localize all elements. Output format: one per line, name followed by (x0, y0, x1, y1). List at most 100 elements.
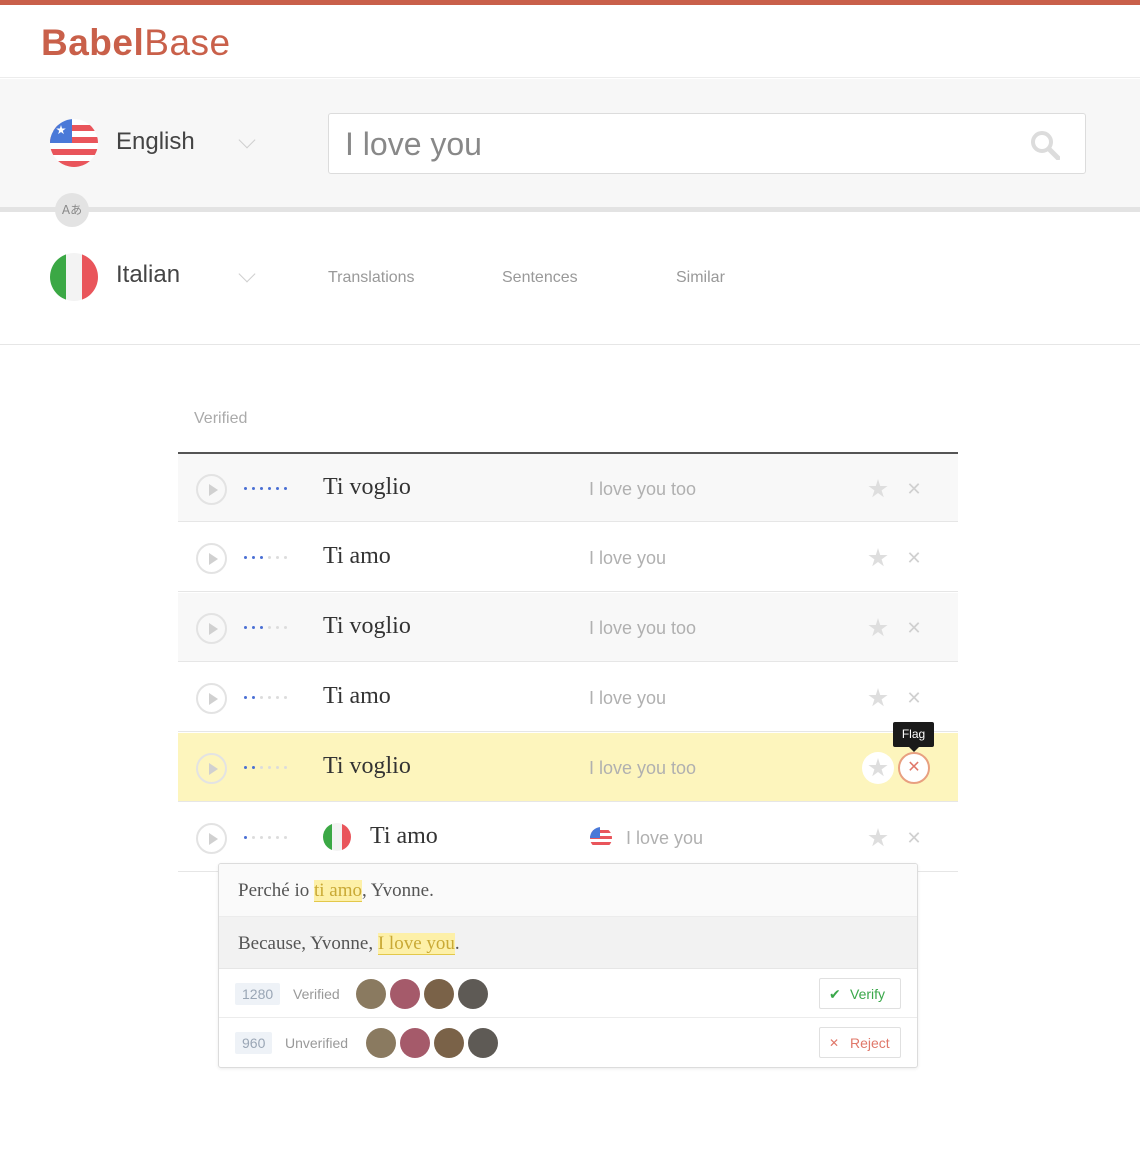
italy-flag-icon[interactable] (50, 253, 98, 301)
translation-phrase: Ti voglio (323, 753, 411, 779)
band-divider (0, 207, 1140, 212)
play-icon[interactable] (196, 823, 227, 854)
frequency-dot (276, 487, 279, 490)
swap-languages-icon[interactable]: Aあ (55, 193, 89, 227)
translation-gloss: I love you (589, 548, 667, 568)
play-icon[interactable] (196, 683, 227, 714)
tab-sentences[interactable]: Sentences (502, 269, 578, 287)
source-sentence: Perché io ti amo, Yvonne. (238, 880, 434, 902)
flag-x-icon[interactable]: ✕ (906, 618, 922, 638)
frequency-dot (244, 487, 247, 490)
frequency-dot (252, 626, 255, 629)
frequency-dot (252, 766, 255, 769)
avatar[interactable] (434, 1028, 464, 1058)
us-flag-icon[interactable] (50, 119, 98, 167)
play-icon[interactable] (196, 543, 227, 574)
frequency-dot (268, 836, 271, 839)
translation-gloss: I love you (626, 828, 704, 848)
frequency-dots (244, 556, 290, 560)
translation-phrase: Ti voglio (323, 613, 411, 639)
target-sentence-row: Because, Yvonne, I love you. (219, 917, 917, 969)
frequency-dot (260, 836, 263, 839)
result-row-expanded[interactable]: Ti amo I love you ✕ (178, 803, 958, 872)
flag-x-icon[interactable]: ✕ (906, 548, 922, 568)
chevron-down-icon[interactable] (238, 265, 256, 283)
avatar[interactable] (424, 979, 454, 1009)
translation-phrase: Ti amo (323, 543, 391, 569)
star-icon[interactable] (868, 828, 888, 848)
frequency-dot (268, 556, 271, 559)
frequency-dot (276, 626, 279, 629)
star-icon[interactable] (868, 479, 888, 499)
frequency-dot (244, 626, 247, 629)
frequency-dot (260, 696, 263, 699)
frequency-dot (268, 487, 271, 490)
verified-count: 1280 (235, 983, 281, 1005)
tabs-divider (0, 344, 1140, 345)
frequency-dot (260, 766, 263, 769)
avatar[interactable] (390, 979, 420, 1009)
frequency-dots (244, 836, 290, 840)
translation-phrase: Ti voglio (323, 474, 411, 500)
frequency-dot (284, 626, 287, 629)
play-icon[interactable] (196, 474, 227, 505)
source-language-label[interactable]: English (116, 128, 195, 156)
match-highlight: ti amo (313, 880, 363, 902)
star-icon[interactable] (868, 618, 888, 638)
avatar[interactable] (366, 1028, 396, 1058)
star-icon[interactable] (868, 688, 888, 708)
app-header: BabelBase (0, 5, 1140, 78)
result-row[interactable]: Ti amo I love you ✕ (178, 663, 958, 732)
play-icon[interactable] (196, 613, 227, 644)
frequency-dot (276, 556, 279, 559)
frequency-dots (244, 696, 290, 700)
unverified-row: 960 Unverified ✕ Reject (219, 1018, 917, 1067)
babelbase-logo[interactable]: BabelBase (41, 22, 231, 64)
flag-x-icon[interactable]: ✕ (906, 479, 922, 499)
frequency-dot (252, 556, 255, 559)
result-row-highlighted[interactable]: Ti voglio I love you too ✕ (178, 733, 958, 802)
frequency-dot (252, 836, 255, 839)
star-icon[interactable] (868, 548, 888, 568)
search-icon[interactable] (1030, 130, 1060, 160)
frequency-dot (260, 556, 263, 559)
avatar[interactable] (400, 1028, 430, 1058)
target-language-label[interactable]: Italian (116, 261, 180, 289)
frequency-dot (276, 766, 279, 769)
play-icon[interactable] (196, 753, 227, 784)
unverified-label: Unverified (285, 1035, 349, 1051)
italy-flag-icon (323, 823, 351, 851)
frequency-dot (284, 766, 287, 769)
us-flag-icon (590, 827, 612, 849)
frequency-dot (284, 556, 287, 559)
unverified-count: 960 (235, 1032, 273, 1054)
frequency-dot (284, 487, 287, 490)
avatar[interactable] (356, 979, 386, 1009)
star-icon[interactable] (862, 752, 894, 784)
frequency-dot (252, 696, 255, 699)
translation-phrase: Ti amo (370, 823, 438, 849)
flag-x-icon[interactable]: ✕ (898, 752, 930, 784)
avatar[interactable] (468, 1028, 498, 1058)
frequency-dot (244, 766, 247, 769)
result-row[interactable]: Ti voglio I love you too ✕ (178, 454, 958, 522)
tab-similar[interactable]: Similar (676, 269, 725, 287)
verify-button[interactable]: ✔ Verify (819, 978, 901, 1009)
section-title: Verified (194, 410, 248, 427)
frequency-dot (260, 487, 263, 490)
result-row[interactable]: Ti amo I love you ✕ (178, 523, 958, 592)
result-row[interactable]: Ti voglio I love you too ✕ (178, 593, 958, 662)
flag-tooltip: Flag (893, 722, 934, 752)
tab-translations[interactable]: Translations (328, 269, 415, 287)
search-input[interactable] (345, 124, 1005, 164)
target-sentence: Because, Yvonne, I love you. (238, 933, 460, 955)
flag-x-icon[interactable]: ✕ (906, 828, 922, 848)
translation-gloss: I love you (589, 688, 667, 708)
reject-button[interactable]: ✕ Reject (819, 1027, 901, 1058)
flag-x-icon[interactable]: ✕ (906, 688, 922, 708)
avatar[interactable] (458, 979, 488, 1009)
frequency-dots (244, 487, 290, 491)
frequency-dot (276, 836, 279, 839)
translation-gloss: I love you too (589, 758, 697, 778)
match-highlight: I love you (377, 933, 455, 955)
